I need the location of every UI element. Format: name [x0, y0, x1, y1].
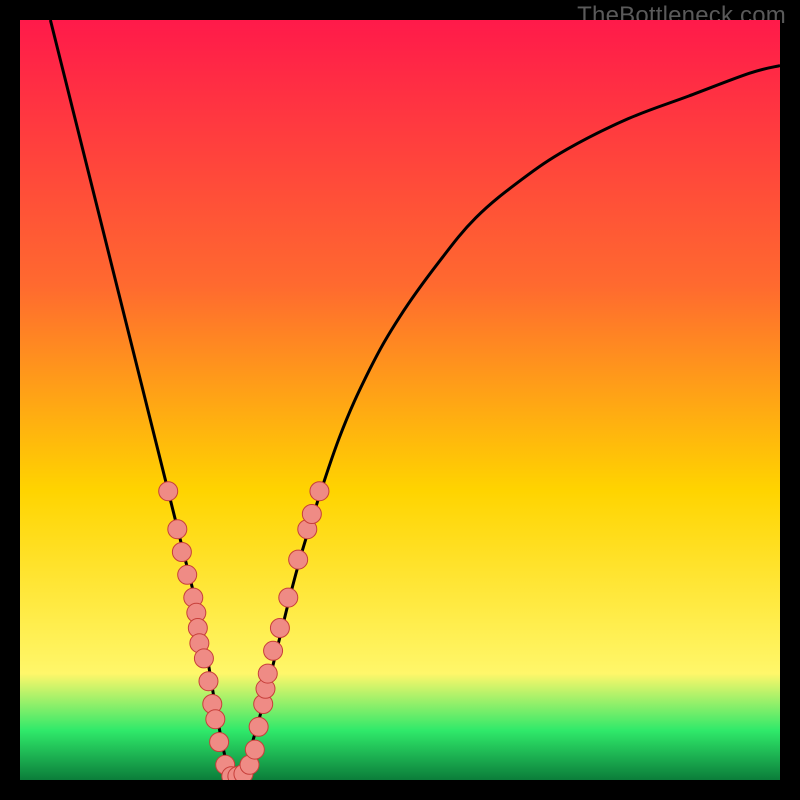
highlight-dot	[206, 710, 225, 729]
highlight-dot	[194, 649, 213, 668]
highlight-dot	[245, 740, 264, 759]
highlight-dot	[172, 543, 191, 562]
highlight-dot	[270, 619, 289, 638]
highlight-dot	[302, 505, 321, 524]
highlight-dot	[279, 588, 298, 607]
highlight-dot	[289, 550, 308, 569]
chart-frame: TheBottleneck.com	[0, 0, 800, 800]
highlight-dot	[168, 520, 187, 539]
highlight-dot	[178, 565, 197, 584]
highlight-dot	[264, 641, 283, 660]
chart-background	[20, 20, 780, 780]
bottleneck-chart	[20, 20, 780, 780]
highlight-dot	[159, 482, 178, 501]
highlight-dot	[310, 482, 329, 501]
highlight-dot	[258, 664, 277, 683]
highlight-dot	[199, 672, 218, 691]
highlight-dot	[210, 733, 229, 752]
highlight-dot	[249, 717, 268, 736]
